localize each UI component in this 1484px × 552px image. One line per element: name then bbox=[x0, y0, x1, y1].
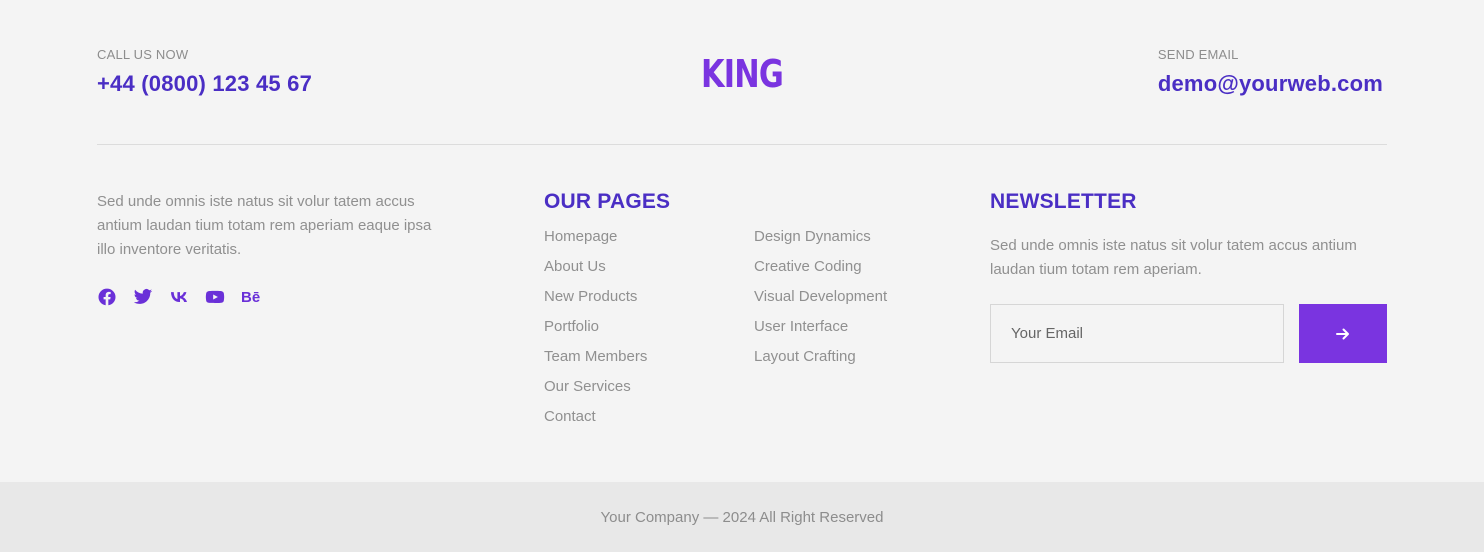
page-link-team-members[interactable]: Team Members bbox=[544, 348, 647, 365]
page-link-new-products[interactable]: New Products bbox=[544, 288, 637, 305]
about-column: Sed unde omnis iste natus sit volur tate… bbox=[97, 190, 447, 308]
page-link-creative-coding[interactable]: Creative Coding bbox=[754, 258, 862, 275]
youtube-icon[interactable] bbox=[205, 286, 241, 308]
newsletter-title: NEWSLETTER bbox=[990, 190, 1137, 213]
subscribe-button[interactable] bbox=[1299, 304, 1387, 363]
arrow-right-icon bbox=[1336, 328, 1349, 339]
page-link-homepage[interactable]: Homepage bbox=[544, 228, 617, 245]
page-links: Homepage About Us New Products Portfolio… bbox=[544, 228, 964, 438]
pages-column: OUR PAGES Homepage About Us New Products… bbox=[544, 190, 964, 438]
email-link[interactable]: demo@yourweb.com bbox=[1158, 71, 1383, 97]
about-text: Sed unde omnis iste natus sit volur tate… bbox=[97, 193, 432, 258]
copyright-text: Your Company — 2024 All Right Reserved bbox=[600, 508, 884, 526]
newsletter-form bbox=[990, 304, 1387, 363]
call-label: CALL US NOW bbox=[97, 47, 189, 62]
copyright-bar: Your Company — 2024 All Right Reserved bbox=[0, 482, 1484, 552]
contact-bar: CALL US NOW +44 (0800) 123 45 67 KING SE… bbox=[97, 0, 1387, 145]
pages-title: OUR PAGES bbox=[544, 190, 671, 213]
page-link-about-us[interactable]: About Us bbox=[544, 258, 606, 275]
newsletter-text: Sed unde omnis iste natus sit volur tate… bbox=[990, 237, 1357, 278]
page-link-design-dynamics[interactable]: Design Dynamics bbox=[754, 228, 871, 245]
email-label: SEND EMAIL bbox=[1157, 47, 1239, 62]
email-block: SEND EMAIL demo@yourweb.com bbox=[1158, 47, 1383, 97]
page-link-layout-crafting[interactable]: Layout Crafting bbox=[754, 348, 856, 365]
logo[interactable]: KING bbox=[701, 52, 784, 96]
call-block: CALL US NOW +44 (0800) 123 45 67 bbox=[97, 47, 312, 97]
page-link-portfolio[interactable]: Portfolio bbox=[544, 318, 599, 335]
facebook-icon[interactable] bbox=[97, 286, 133, 308]
behance-icon[interactable]: Bē bbox=[241, 286, 277, 308]
social-links: Bē bbox=[97, 286, 447, 308]
page-link-contact[interactable]: Contact bbox=[544, 408, 596, 425]
phone-link[interactable]: +44 (0800) 123 45 67 bbox=[97, 71, 312, 97]
vk-icon[interactable] bbox=[169, 286, 205, 308]
page-links-col-2: Design Dynamics Creative Coding Visual D… bbox=[754, 228, 964, 438]
page-link-visual-development[interactable]: Visual Development bbox=[754, 288, 887, 305]
newsletter-column: NEWSLETTER Sed unde omnis iste natus sit… bbox=[990, 190, 1387, 363]
page-links-col-1: Homepage About Us New Products Portfolio… bbox=[544, 228, 754, 438]
page-link-user-interface[interactable]: User Interface bbox=[754, 318, 848, 335]
email-input[interactable] bbox=[990, 304, 1284, 363]
page-link-our-services[interactable]: Our Services bbox=[544, 378, 631, 395]
twitter-icon[interactable] bbox=[133, 286, 169, 308]
